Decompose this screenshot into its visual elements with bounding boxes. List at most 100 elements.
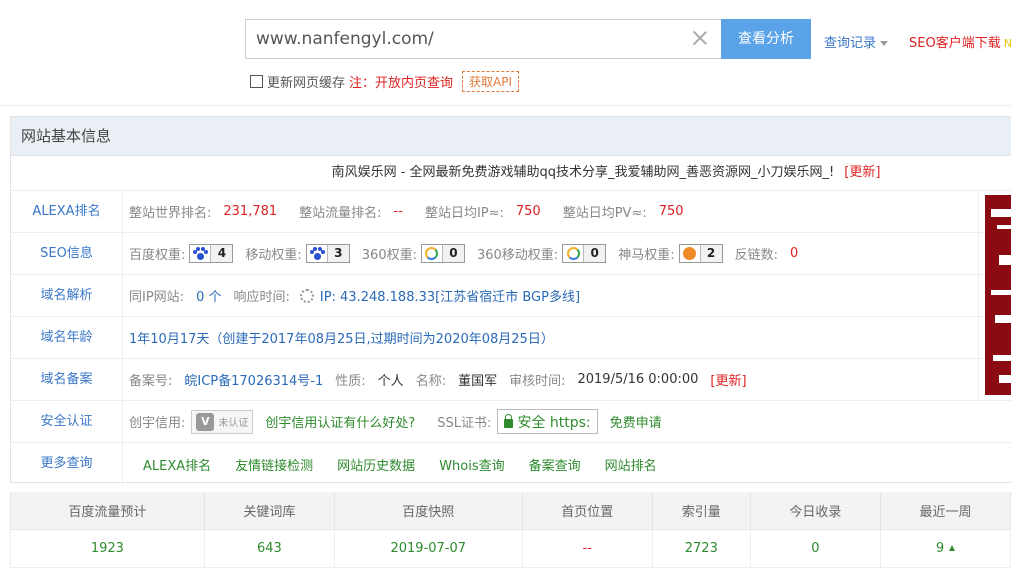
stats-last-week[interactable]: 9 (879, 528, 1011, 568)
loading-spinner-icon (299, 288, 314, 303)
arrow-up-icon (949, 545, 956, 551)
alexa-row: ALEXA排名 整站世界排名: 231,781 整站流量排名: -- 整站日均I… (11, 191, 1011, 233)
lock-icon (504, 413, 514, 428)
seo-label[interactable]: SEO信息 (11, 233, 123, 274)
query-history-dropdown[interactable]: 查询记录 (824, 32, 889, 51)
backlinks-key: 反链数: (734, 248, 778, 263)
baidu-weight-key: 百度权重: (129, 248, 186, 263)
stats-value-row: 1923 643 2019-07-07 -- 2723 0 9 (10, 528, 1011, 568)
daily-ip-value: 750 (515, 204, 541, 219)
seo-row: SEO信息 百度权重: 4 移动权重: 3 360权重: 0 360移动权重: … (11, 233, 1011, 275)
more-link-whois[interactable]: Whois查询 (439, 455, 504, 474)
world-rank-value: 231,781 (223, 204, 278, 219)
w360-key: 360权重: (361, 248, 417, 263)
verify-shield-icon: V (196, 412, 215, 431)
security-label[interactable]: 安全认证 (11, 401, 123, 442)
ip-address[interactable]: IP: 43.248.188.33[江苏省宿迁市 BGP多线] (320, 286, 580, 305)
icp-no-value[interactable]: 皖ICP备17026314号-1 (184, 370, 323, 389)
credit-cert-link[interactable]: 创宇信用认证有什么好处? (265, 412, 415, 431)
cert-status: 未认证 (218, 418, 249, 429)
site-basic-info-panel: 网站基本信息 南风娱乐网 - 全网最新免费游戏辅助qq技术分享_我爱辅助网_善恶… (10, 116, 1011, 485)
stats-header: 关键词库 (203, 492, 335, 530)
domain-age-label[interactable]: 域名年龄 (11, 317, 123, 358)
baidu-paw-icon (193, 247, 209, 260)
ssl-badge-label: 安全 https: (517, 414, 591, 431)
icp-type-key: 性质: (335, 374, 366, 389)
credit-cert-badge[interactable]: V 未认证 (191, 409, 254, 434)
site-title: 南风娱乐网 - 全网最新免费游戏辅助qq技术分享_我爱辅助网_善恶资源网_小刀娱… (331, 165, 835, 180)
search-header: 查看分析 查询记录 SEO客户端下载N 更新网页缓存 注：开放内页查询 获取AP… (0, 0, 1011, 106)
backlinks-value[interactable]: 0 (790, 246, 798, 261)
dns-label[interactable]: 域名解析 (11, 275, 123, 316)
url-field-container (245, 19, 722, 59)
ssl-badge[interactable]: 安全 https: (497, 409, 598, 434)
chevron-down-icon (880, 41, 889, 46)
update-title-link[interactable]: [更新] (844, 165, 880, 180)
ssl-apply-link[interactable]: 免费申请 (610, 412, 662, 431)
more-queries-label[interactable]: 更多查询 (11, 443, 123, 485)
w360-value: 0 (441, 245, 464, 262)
seo-client-label: SEO客户端下载 (909, 36, 1001, 51)
clear-icon[interactable] (691, 29, 709, 47)
shenma-key: 神马权重: (618, 248, 675, 263)
more-link-site-rank[interactable]: 网站排名 (605, 455, 657, 474)
stats-keywords[interactable]: 643 (203, 528, 335, 568)
ssl-key: SSL证书: (437, 416, 492, 431)
analyze-button[interactable]: 查看分析 (721, 19, 811, 59)
icp-update-link[interactable]: [更新] (710, 370, 746, 389)
traffic-rank-value: -- (393, 204, 403, 219)
w360m-key: 360移动权重: (476, 248, 559, 263)
stats-last-week-value: 9 (935, 540, 945, 556)
side-ad-banner[interactable] (985, 195, 1011, 395)
stats-header: 索引量 (651, 492, 751, 530)
icp-label[interactable]: 域名备案 (11, 359, 123, 400)
icp-no-key: 备案号: (129, 374, 173, 389)
more-queries-row: 更多查询 ALEXA排名 友情链接检测 网站历史数据 Whois查询 备案查询 … (11, 443, 1011, 485)
shenma-value: 2 (699, 245, 722, 262)
stats-today-indexed[interactable]: 0 (749, 528, 881, 568)
url-input[interactable] (256, 28, 676, 50)
more-link-friend-links[interactable]: 友情链接检测 (235, 455, 313, 474)
new-badge: N (1003, 37, 1011, 50)
seo-client-download-link[interactable]: SEO客户端下载 N (909, 32, 1011, 51)
baidu-weight-value: 4 (210, 245, 233, 262)
same-ip-key: 同IP网站: (129, 290, 185, 305)
stats-header-row: 百度流量预计 关键词库 百度快照 首页位置 索引量 今日收录 最近一周 (10, 492, 1011, 530)
cache-option-row: 更新网页缓存 注：开放内页查询 获取API (250, 70, 520, 92)
stats-index[interactable]: 2723 (651, 528, 751, 568)
stats-snapshot[interactable]: 2019-07-07 (333, 528, 523, 568)
credit-key: 创宇信用: (129, 416, 186, 431)
daily-pv-key: 整站日均PV≈: (562, 206, 647, 221)
360-icon (425, 247, 439, 260)
mobile-weight-badge[interactable]: 3 (305, 244, 350, 263)
shenma-icon (683, 247, 697, 260)
stats-homepage-position: -- (521, 528, 653, 568)
daily-ip-key: 整站日均IP≈: (424, 206, 504, 221)
same-ip-value[interactable]: 0 个 (196, 286, 221, 305)
more-link-history[interactable]: 网站历史数据 (337, 455, 415, 474)
stats-header: 首页位置 (521, 492, 653, 530)
icp-name-value: 董国军 (458, 374, 498, 389)
inner-page-note[interactable]: 注：开放内页查询 (349, 72, 453, 91)
icp-row: 域名备案 备案号: 皖ICP备17026314号-1 性质: 个人 名称: 董国… (11, 359, 1011, 401)
update-cache-checkbox[interactable] (250, 74, 263, 88)
alexa-label[interactable]: ALEXA排名 (11, 191, 123, 232)
stats-header: 今日收录 (749, 492, 881, 530)
query-history-label: 查询记录 (824, 36, 877, 51)
stats-traffic-estimate[interactable]: 1923 (10, 528, 205, 568)
get-api-button[interactable]: 获取API (462, 70, 520, 92)
baidu-weight-badge[interactable]: 4 (189, 244, 234, 263)
icp-time-value: 2019/5/16 0:00:00 (577, 372, 699, 387)
mobile-weight-value: 3 (326, 245, 349, 262)
more-link-alexa[interactable]: ALEXA排名 (143, 455, 211, 474)
dns-row: 域名解析 同IP网站: 0 个 响应时间: IP: 43.248.188.33[… (11, 275, 1011, 317)
update-cache-label[interactable]: 更新网页缓存 (267, 72, 345, 91)
site-title-row: 南风娱乐网 - 全网最新免费游戏辅助qq技术分享_我爱辅助网_善恶资源网_小刀娱… (11, 156, 1011, 191)
icp-name-key: 名称: (415, 374, 447, 389)
w360m-badge[interactable]: 0 (562, 244, 607, 263)
more-link-icp[interactable]: 备案查询 (529, 455, 581, 474)
panel-heading: 网站基本信息 (11, 117, 1011, 156)
shenma-badge[interactable]: 2 (678, 244, 723, 263)
domain-age-value[interactable]: 1年10月17天（创建于2017年08月25日,过期时间为2020年08月25日… (129, 328, 554, 347)
w360-badge[interactable]: 0 (420, 244, 465, 263)
